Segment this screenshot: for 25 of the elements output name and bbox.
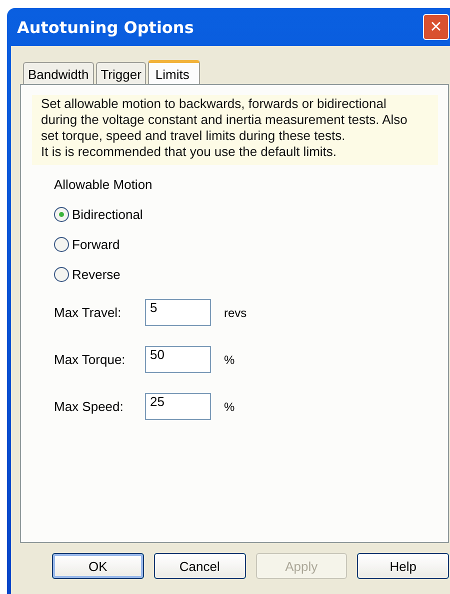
field-label: Max Travel:: [54, 305, 122, 320]
field-label: Max Speed:: [54, 399, 124, 414]
input-field[interactable]: 50: [145, 346, 211, 373]
radio-label[interactable]: Bidirectional: [72, 207, 143, 222]
close-button[interactable]: ×: [423, 14, 449, 40]
unit-label: revs: [224, 306, 247, 320]
unit-label: %: [224, 352, 235, 366]
dialog-button[interactable]: Help: [357, 553, 449, 579]
group-label: Allowable Motion: [54, 177, 154, 192]
input-field[interactable]: 25: [145, 393, 211, 420]
tab[interactable]: Trigger: [96, 62, 146, 84]
input-field[interactable]: 5: [145, 299, 211, 326]
radio-button[interactable]: [54, 267, 69, 282]
radio-button[interactable]: [54, 207, 69, 222]
info-text: Set allowable motion to backwards, forwards or bidirectional during the voltage constant and inertia measurement tests. Also set torque, speed and travel limits during these tests. It is is recommended that you use the default limits.: [32, 95, 438, 165]
dialog-button[interactable]: Cancel: [154, 553, 246, 579]
window-title: Autotuning Options: [16, 18, 194, 36]
unit-label: %: [224, 400, 235, 414]
field-label: Max Torque:: [54, 352, 126, 367]
radio-label[interactable]: Forward: [72, 237, 120, 252]
radio-label[interactable]: Reverse: [72, 267, 120, 282]
tab[interactable]: Bandwidth: [23, 62, 94, 84]
dialog-button[interactable]: OK: [52, 553, 144, 579]
tab[interactable]: Limits: [148, 60, 200, 85]
radio-button[interactable]: [54, 237, 69, 252]
